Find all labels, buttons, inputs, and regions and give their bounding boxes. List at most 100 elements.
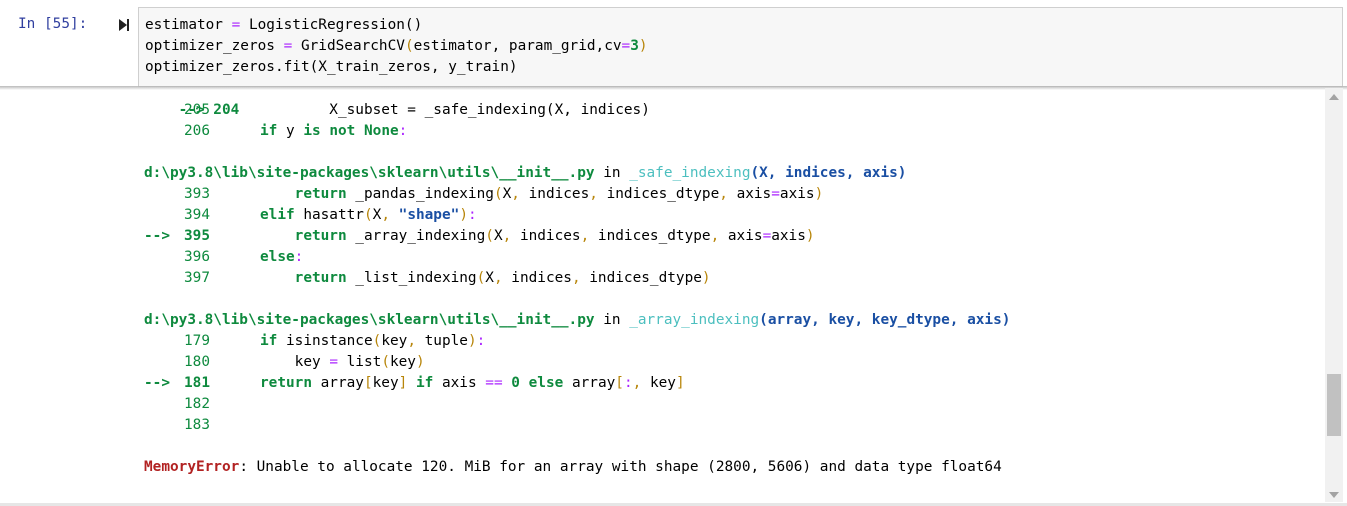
line-number: 393	[184, 186, 210, 202]
code-line[interactable]: estimator = LogisticRegression()	[145, 15, 422, 36]
code-token: indices	[502, 270, 572, 286]
code-token: )	[701, 270, 711, 286]
code-token: indices_dtype	[580, 270, 702, 286]
traceback-frame-header: d:\py3.8\lib\site-packages\sklearn\utils…	[144, 310, 1010, 331]
code-line[interactable]: optimizer_zeros = GridSearchCV(estimator…	[145, 36, 648, 57]
line-number: 205	[184, 102, 210, 118]
code-token: return	[260, 375, 312, 391]
code-token: "shape"	[398, 207, 460, 223]
code-token: (	[493, 186, 503, 202]
code-token: if	[415, 375, 434, 391]
code-token: =	[231, 17, 241, 33]
code-token: (	[381, 354, 390, 370]
code-token: indices	[519, 186, 590, 202]
code-token: ,	[632, 375, 642, 391]
code-token: ==	[485, 375, 503, 391]
code-token: key	[389, 354, 416, 370]
line-number: 395	[184, 228, 210, 244]
code-token: tuple	[415, 333, 468, 349]
code-token: =	[329, 354, 338, 370]
scroll-down-arrow-icon[interactable]	[1329, 492, 1339, 498]
code-token: =	[621, 38, 631, 54]
code-token: )	[814, 186, 824, 202]
code-token: axis	[433, 375, 486, 391]
code-token: GridSearchCV	[292, 38, 405, 54]
code-token: indices_dtype	[597, 186, 720, 202]
code-token: list	[337, 354, 382, 370]
code-token: ,	[580, 228, 590, 244]
code-token: _array_indexing	[346, 228, 486, 244]
code-token: else	[260, 249, 295, 265]
traceback-frame-header: d:\py3.8\lib\site-packages\sklearn\utils…	[144, 163, 906, 184]
code-token: indices	[511, 228, 581, 244]
code-cell[interactable]: In [55]: estimator = LogisticRegression(…	[0, 0, 1347, 87]
frame-function-args: (X, indices, axis)	[750, 165, 907, 181]
line-number: 182	[184, 396, 210, 412]
code-token: (	[485, 228, 494, 244]
code-token: key	[294, 354, 330, 370]
frame-function-name: _safe_indexing	[629, 165, 751, 181]
frame-in-keyword: in	[594, 165, 630, 181]
traceback-code: return _array_indexing(X, indices, indic…	[260, 226, 815, 247]
code-token: ,	[381, 207, 390, 223]
code-token: )	[459, 207, 468, 223]
code-token: is	[303, 123, 321, 139]
code-token: isinstance	[277, 333, 373, 349]
line-number: 179	[184, 333, 210, 349]
line-number: 181	[184, 375, 210, 391]
code-token: None	[364, 123, 399, 139]
scrollbar-thumb[interactable]	[1327, 373, 1341, 436]
code-token: key	[641, 375, 676, 391]
code-token: X	[372, 207, 382, 223]
code-token: y	[277, 123, 304, 139]
code-token: elif	[260, 207, 295, 223]
code-token: _list_indexing	[346, 270, 477, 286]
input-prompt: In [55]:	[18, 16, 88, 32]
code-token: )	[638, 38, 648, 54]
code-token: =	[771, 186, 780, 202]
code-token: axis	[779, 186, 815, 202]
traceback-code: if y is not None:	[260, 121, 407, 142]
code-editor[interactable]: estimator = LogisticRegression() optimize…	[138, 7, 1343, 87]
code-token: axis	[771, 228, 806, 244]
code-token: hasattr	[294, 207, 364, 223]
scroll-up-arrow-icon[interactable]	[1329, 94, 1339, 100]
code-token: if	[260, 333, 278, 349]
code-token: ,	[407, 333, 416, 349]
code-token: )	[415, 354, 425, 370]
code-token: axis	[727, 186, 772, 202]
frame-function-name: _array_indexing	[629, 312, 760, 328]
frame-function-args: (array, key, key_dtype, axis)	[759, 312, 1011, 328]
code-token: axis	[719, 228, 763, 244]
output-scrollbar[interactable]	[1325, 88, 1343, 502]
code-token: )	[805, 228, 815, 244]
code-line[interactable]: optimizer_zeros.fit(X_train_zeros, y_tra…	[145, 57, 518, 78]
code-token: [	[615, 375, 624, 391]
error-name: MemoryError	[144, 459, 240, 475]
line-number: 396	[184, 249, 210, 265]
traceback-code: return array[key] if axis == 0 else arra…	[260, 373, 685, 394]
code-token: ,	[502, 228, 512, 244]
traceback-code: return _pandas_indexing(X, indices, indi…	[260, 184, 824, 205]
code-token: [	[363, 375, 373, 391]
code-token: X	[485, 270, 494, 286]
code-token: indices_dtype	[589, 228, 711, 244]
code-token: X	[502, 186, 512, 202]
error-line: MemoryError: Unable to allocate 120. MiB…	[144, 457, 1002, 478]
code-token: key	[381, 333, 408, 349]
code-token: ]	[675, 375, 685, 391]
frame-in-keyword: in	[594, 312, 630, 328]
code-token: (	[476, 270, 486, 286]
code-token: :	[467, 207, 477, 223]
code-token: :	[623, 375, 633, 391]
traceback-code: key = list(key)	[260, 352, 425, 373]
code-token: )	[467, 333, 477, 349]
run-cell-icon[interactable]	[118, 18, 130, 32]
code-token: ,	[589, 186, 598, 202]
